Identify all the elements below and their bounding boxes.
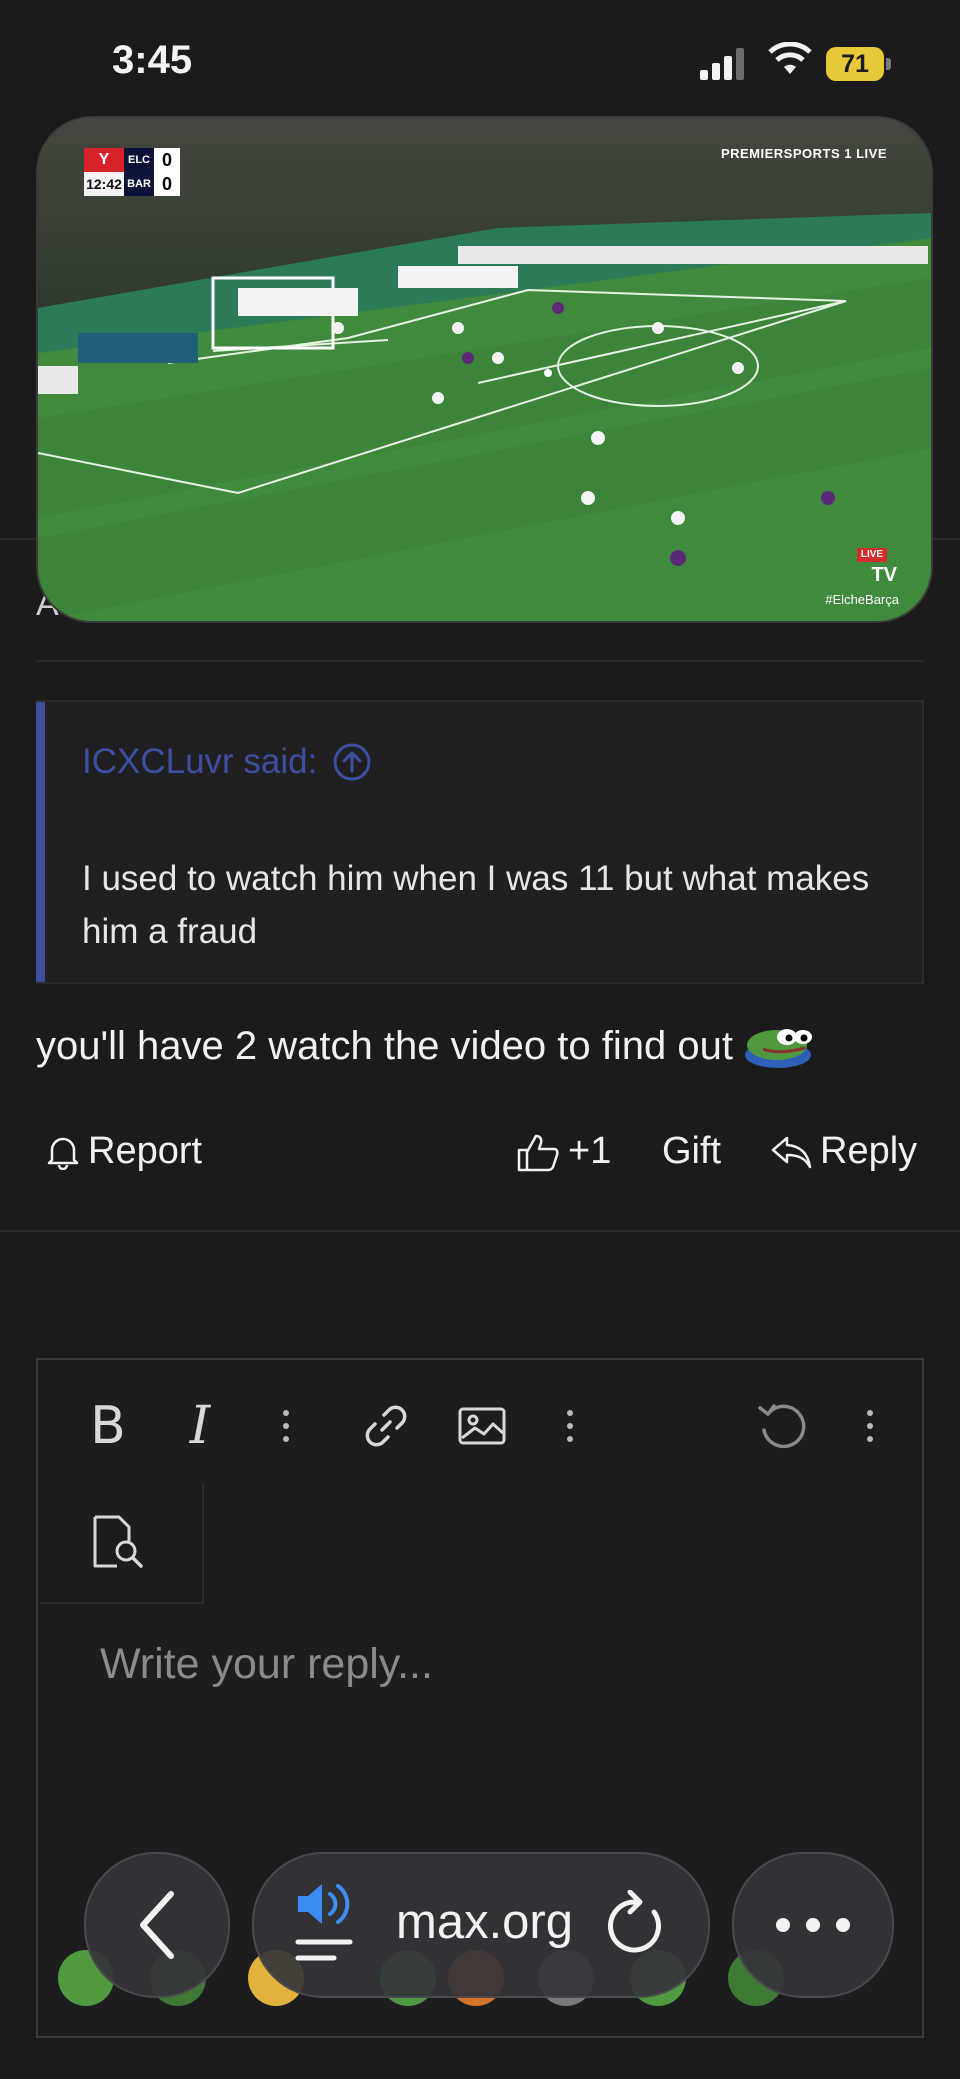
- bold-button[interactable]: B: [82, 1396, 134, 1456]
- video-hashtag: #ElcheBarça: [825, 592, 899, 607]
- link-icon: [365, 1405, 407, 1447]
- back-button[interactable]: [84, 1852, 230, 1998]
- more-menu-button[interactable]: [732, 1852, 894, 1998]
- quote-author-label: ICXCLuvr said:: [82, 742, 318, 781]
- horizontal-ellipsis-icon: [776, 1918, 850, 1932]
- post-body: you'll have 2 watch the video to find ou…: [36, 1024, 813, 1069]
- live-badge: LIVE: [857, 548, 887, 562]
- more-insert-options-button[interactable]: [544, 1400, 596, 1452]
- undo-button[interactable]: [756, 1400, 808, 1452]
- reply-arrow-icon: [771, 1136, 812, 1168]
- preview-button[interactable]: [88, 1512, 148, 1572]
- insert-image-button[interactable]: [456, 1400, 508, 1452]
- reload-icon[interactable]: [604, 1890, 668, 1958]
- vertical-ellipsis-icon: [867, 1410, 873, 1442]
- quote-text: I used to watch him when I was 11 but wh…: [82, 859, 870, 951]
- quote-block: ICXCLuvr said: I used to watch him when …: [36, 700, 924, 984]
- quote-author-link[interactable]: ICXCLuvr said:: [82, 742, 371, 782]
- status-time: 3:45: [112, 38, 193, 82]
- bell-icon: [47, 1137, 79, 1170]
- like-count: +1: [568, 1130, 612, 1172]
- battery-indicator: 71: [826, 47, 884, 81]
- more-text-options-button[interactable]: [260, 1400, 312, 1452]
- vertical-ellipsis-icon: [283, 1410, 289, 1442]
- editor-toolbar: B I: [38, 1360, 922, 1480]
- scoreboard: Y 12:42 ELC BAR 0 0: [84, 148, 182, 196]
- home-score: 0: [154, 148, 180, 172]
- italic-button[interactable]: I: [174, 1396, 226, 1456]
- divider: [0, 1230, 960, 1232]
- reply-label: Reply: [820, 1130, 918, 1172]
- wifi-icon: [768, 42, 812, 74]
- tv-badge-label: TV: [871, 564, 897, 586]
- video-player[interactable]: Y 12:42 ELC BAR 0 0 PREMIERSPORTS 1 LIVE…: [36, 116, 933, 623]
- editor-subtoolbar: [40, 1482, 204, 1604]
- reply-button[interactable]: Reply: [770, 1130, 917, 1173]
- laliga-logo: Y: [84, 148, 124, 172]
- home-team: ELC: [124, 148, 154, 172]
- battery-tip: [886, 58, 891, 70]
- address-bar[interactable]: max.org: [252, 1852, 710, 1998]
- post-text: you'll have 2 watch the video to find ou…: [36, 1024, 733, 1068]
- divider: [36, 660, 924, 662]
- post-actions: Report +1 Gift Reply: [36, 1130, 926, 1182]
- broadcaster-logo: PREMIERSPORTS 1 LIVE: [720, 146, 887, 161]
- match-clock: 12:42: [84, 172, 124, 196]
- gift-label: Gift: [662, 1130, 722, 1172]
- insert-link-button[interactable]: [360, 1400, 412, 1452]
- away-team: BAR: [124, 172, 154, 196]
- thumbs-up-icon: [517, 1134, 559, 1171]
- more-editor-options-button[interactable]: [844, 1400, 896, 1452]
- status-bar: 3:45 71: [0, 0, 960, 120]
- chevron-left-icon: [140, 1891, 174, 1959]
- report-button[interactable]: Report: [46, 1130, 202, 1173]
- url-text: max.org: [396, 1895, 574, 1949]
- undo-icon: [758, 1404, 806, 1449]
- cellular-signal-icon: [700, 48, 744, 80]
- document-search-icon: [93, 1515, 143, 1568]
- image-icon: [458, 1407, 506, 1445]
- quote-accent-bar: [36, 702, 45, 982]
- like-button[interactable]: +1: [516, 1130, 611, 1173]
- arrow-up-circle-icon: [333, 743, 371, 781]
- reply-text-input[interactable]: Write your reply...: [100, 1640, 433, 1689]
- report-label: Report: [88, 1130, 203, 1172]
- laliga-tv-logo: TV: [835, 564, 897, 594]
- peepo-frog-icon: [744, 1028, 812, 1068]
- vertical-ellipsis-icon: [567, 1410, 573, 1442]
- speaker-reader-icon: [295, 1884, 353, 1961]
- gift-button[interactable]: Gift: [662, 1130, 721, 1173]
- away-score: 0: [154, 172, 180, 196]
